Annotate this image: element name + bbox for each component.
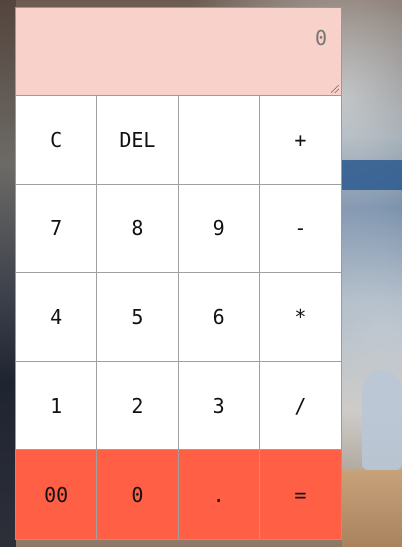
decimal-point-button[interactable]: . <box>178 450 260 539</box>
digit-1-button[interactable]: 1 <box>16 361 98 451</box>
display-panel <box>16 8 341 96</box>
equals-button[interactable]: = <box>259 450 341 539</box>
resize-grip-icon[interactable] <box>331 85 339 93</box>
keypad: C DEL + 7 8 9 - 4 5 6 * 1 2 3 / 00 0 . = <box>16 96 341 539</box>
digit-6-button[interactable]: 6 <box>178 273 260 362</box>
digit-3-button[interactable]: 3 <box>178 361 260 451</box>
double-zero-button[interactable]: 00 <box>16 450 98 539</box>
minus-button[interactable]: - <box>259 184 341 274</box>
blank-button[interactable] <box>178 96 260 185</box>
digit-4-button[interactable]: 4 <box>16 273 98 362</box>
multiply-button[interactable]: * <box>259 273 341 362</box>
delete-button[interactable]: DEL <box>97 96 179 185</box>
digit-8-button[interactable]: 8 <box>97 184 179 274</box>
digit-9-button[interactable]: 9 <box>178 184 260 274</box>
calculator: C DEL + 7 8 9 - 4 5 6 * 1 2 3 / 00 0 . = <box>15 7 342 540</box>
digit-5-button[interactable]: 5 <box>97 273 179 362</box>
digit-7-button[interactable]: 7 <box>16 184 98 274</box>
background-table <box>342 470 402 547</box>
background-window <box>342 160 402 190</box>
clear-button[interactable]: C <box>16 96 98 185</box>
background-person <box>362 370 402 470</box>
digit-2-button[interactable]: 2 <box>97 361 179 451</box>
display-input[interactable] <box>16 8 341 95</box>
divide-button[interactable]: / <box>259 361 341 451</box>
plus-button[interactable]: + <box>259 96 341 185</box>
background-photo-left-strip <box>0 0 16 547</box>
digit-0-button[interactable]: 0 <box>97 450 179 539</box>
